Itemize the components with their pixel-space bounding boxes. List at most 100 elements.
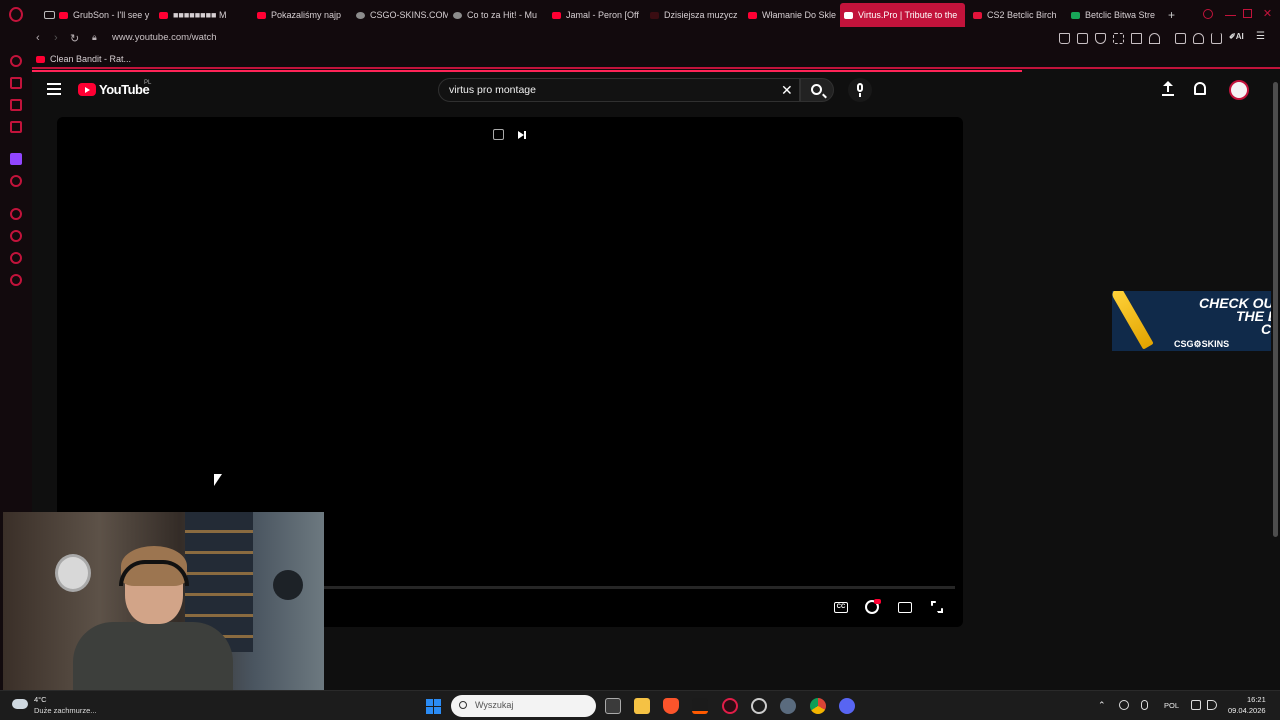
- aria-ai-button[interactable]: ✐AI: [1229, 32, 1244, 41]
- player-icon[interactable]: [10, 175, 22, 187]
- twitch-icon[interactable]: [10, 153, 22, 165]
- speed-dial-icon[interactable]: [10, 55, 22, 67]
- youtube-icon: [748, 11, 757, 19]
- settings-icon[interactable]: [10, 274, 22, 286]
- search-placeholder: Wyszukaj: [475, 700, 514, 710]
- extensions-icon[interactable]: [10, 252, 22, 264]
- notifications-bell-icon[interactable]: [1194, 82, 1206, 95]
- tab[interactable]: Włamanie Do Skle: [744, 5, 840, 25]
- close-icon[interactable]: ✕: [1262, 9, 1273, 20]
- microphone-tray-icon[interactable]: [1141, 700, 1148, 710]
- youtube-header: YouTube PL virtus pro montage ✕: [32, 72, 1270, 108]
- tab-active[interactable]: Virtus.Pro | Tribute to the: [840, 3, 965, 27]
- url-field[interactable]: www.youtube.com/watch: [112, 32, 217, 43]
- search-button[interactable]: [800, 78, 834, 102]
- sheets-icon: [1071, 11, 1080, 19]
- fullscreen-icon[interactable]: [931, 601, 943, 613]
- gx-control-icon[interactable]: [10, 77, 22, 89]
- gx-corner-icon[interactable]: [10, 121, 22, 133]
- network-tray-icon[interactable]: [1119, 700, 1129, 710]
- favorite-icon[interactable]: [1149, 33, 1160, 44]
- steam-icon[interactable]: [751, 698, 767, 714]
- lamp: [273, 570, 303, 600]
- snapshot-icon[interactable]: [1077, 33, 1088, 44]
- download-icon[interactable]: [1211, 33, 1222, 44]
- search-icon: [459, 701, 467, 709]
- clear-search-icon[interactable]: ✕: [781, 82, 793, 99]
- menu-icon[interactable]: [47, 83, 61, 95]
- history-icon[interactable]: [10, 208, 22, 220]
- display-tray-icon[interactable]: [1191, 700, 1201, 710]
- ad-banner[interactable]: CHECK OU THE BE CAS CSG⚙SKINS: [1112, 291, 1280, 351]
- brave-icon[interactable]: [663, 698, 679, 714]
- weather-description[interactable]: Duże zachmurze...: [34, 706, 97, 715]
- tab-workspaces[interactable]: [40, 5, 55, 25]
- volume-icon[interactable]: [1207, 700, 1217, 710]
- clock-date[interactable]: 09.04.2026: [1228, 706, 1266, 715]
- tab[interactable]: Pokazaliśmy najp: [253, 5, 349, 25]
- task-view-icon[interactable]: [605, 698, 621, 714]
- captions-icon[interactable]: CC: [834, 602, 848, 613]
- search-input[interactable]: virtus pro montage ✕: [438, 78, 800, 102]
- adblock-icon[interactable]: [1095, 33, 1106, 44]
- opera-logo-icon[interactable]: [9, 7, 23, 22]
- new-tab-button[interactable]: +: [1164, 5, 1178, 25]
- profile-icon[interactable]: [1193, 33, 1204, 44]
- search-tabs-icon[interactable]: [1203, 9, 1213, 19]
- tab[interactable]: Co to za Hit! - Mu: [449, 5, 545, 25]
- person-body: [73, 622, 233, 692]
- extensions-icon[interactable]: [1175, 33, 1186, 44]
- scroll-thumb[interactable]: [1273, 82, 1278, 537]
- settings-app-icon[interactable]: [780, 698, 796, 714]
- avatar[interactable]: [1229, 80, 1249, 100]
- lock-icon: 🔒︎: [92, 32, 97, 42]
- youtube-logo[interactable]: YouTube: [78, 82, 150, 97]
- skip-next-icon[interactable]: [518, 131, 526, 139]
- cloud-icon[interactable]: [12, 699, 28, 709]
- tab[interactable]: CS2 Betclic Birch: [969, 5, 1065, 25]
- tab[interactable]: CSGO-SKINS.COM: [352, 5, 448, 25]
- bookmark-item[interactable]: Clean Bandit - Rat...: [36, 54, 131, 64]
- chrome-icon[interactable]: [810, 698, 826, 714]
- minimize-icon[interactable]: [1225, 9, 1236, 16]
- windows-start-icon[interactable]: [426, 699, 441, 714]
- clock-icon[interactable]: [10, 230, 22, 242]
- search-query: virtus pro montage: [449, 84, 536, 96]
- microphone-stem: [859, 93, 861, 97]
- translate-icon[interactable]: [1113, 33, 1124, 44]
- youtube-icon: [59, 11, 68, 19]
- microphone-icon: [857, 83, 863, 92]
- discord-icon[interactable]: [839, 698, 855, 714]
- bookmark-icon[interactable]: [1059, 33, 1070, 44]
- miniplayer-icon[interactable]: [493, 129, 504, 140]
- youtube-icon: [844, 11, 853, 19]
- tab[interactable]: GrubSon - I'll see y: [55, 5, 155, 25]
- opera-gx-icon[interactable]: [722, 698, 738, 714]
- clock-time[interactable]: 16:21: [1247, 695, 1266, 704]
- language-indicator[interactable]: POL: [1164, 701, 1179, 710]
- taskbar-search[interactable]: Wyszukaj: [451, 695, 596, 717]
- back-icon[interactable]: ‹: [36, 32, 40, 44]
- send-icon[interactable]: [1131, 33, 1142, 44]
- tab[interactable]: ■■■■■■■■ M: [155, 5, 251, 25]
- youtube-icon: [257, 11, 266, 19]
- address-bar: ‹ › ↻ 🔒︎ www.youtube.com/watch ✐AI ☰: [32, 29, 1280, 51]
- tab[interactable]: Dzisiejsza muzycz: [646, 5, 742, 25]
- tab[interactable]: Jamal - Peron [Off: [548, 5, 644, 25]
- messenger-icon[interactable]: [10, 99, 22, 111]
- file-explorer-icon[interactable]: [634, 698, 650, 714]
- page-scrollbar[interactable]: [1271, 72, 1280, 690]
- maximize-icon[interactable]: [1243, 9, 1252, 18]
- tab-bar: GrubSon - I'll see y ■■■■■■■■ M Pokazali…: [32, 0, 1280, 29]
- forward-icon[interactable]: ›: [54, 32, 58, 44]
- tray-overflow-icon[interactable]: ⌃: [1098, 700, 1106, 711]
- youtube-icon: [552, 11, 561, 19]
- reload-icon[interactable]: ↻: [70, 32, 79, 45]
- theater-mode-icon[interactable]: [898, 602, 912, 613]
- menu-icon[interactable]: ☰: [1256, 31, 1265, 42]
- upload-icon[interactable]: [1162, 81, 1174, 96]
- sublime-icon[interactable]: [692, 698, 708, 714]
- tab[interactable]: Betclic Bitwa Stre: [1067, 5, 1163, 25]
- weather-temperature[interactable]: 4°C: [34, 695, 47, 704]
- voice-search-button[interactable]: [848, 78, 872, 102]
